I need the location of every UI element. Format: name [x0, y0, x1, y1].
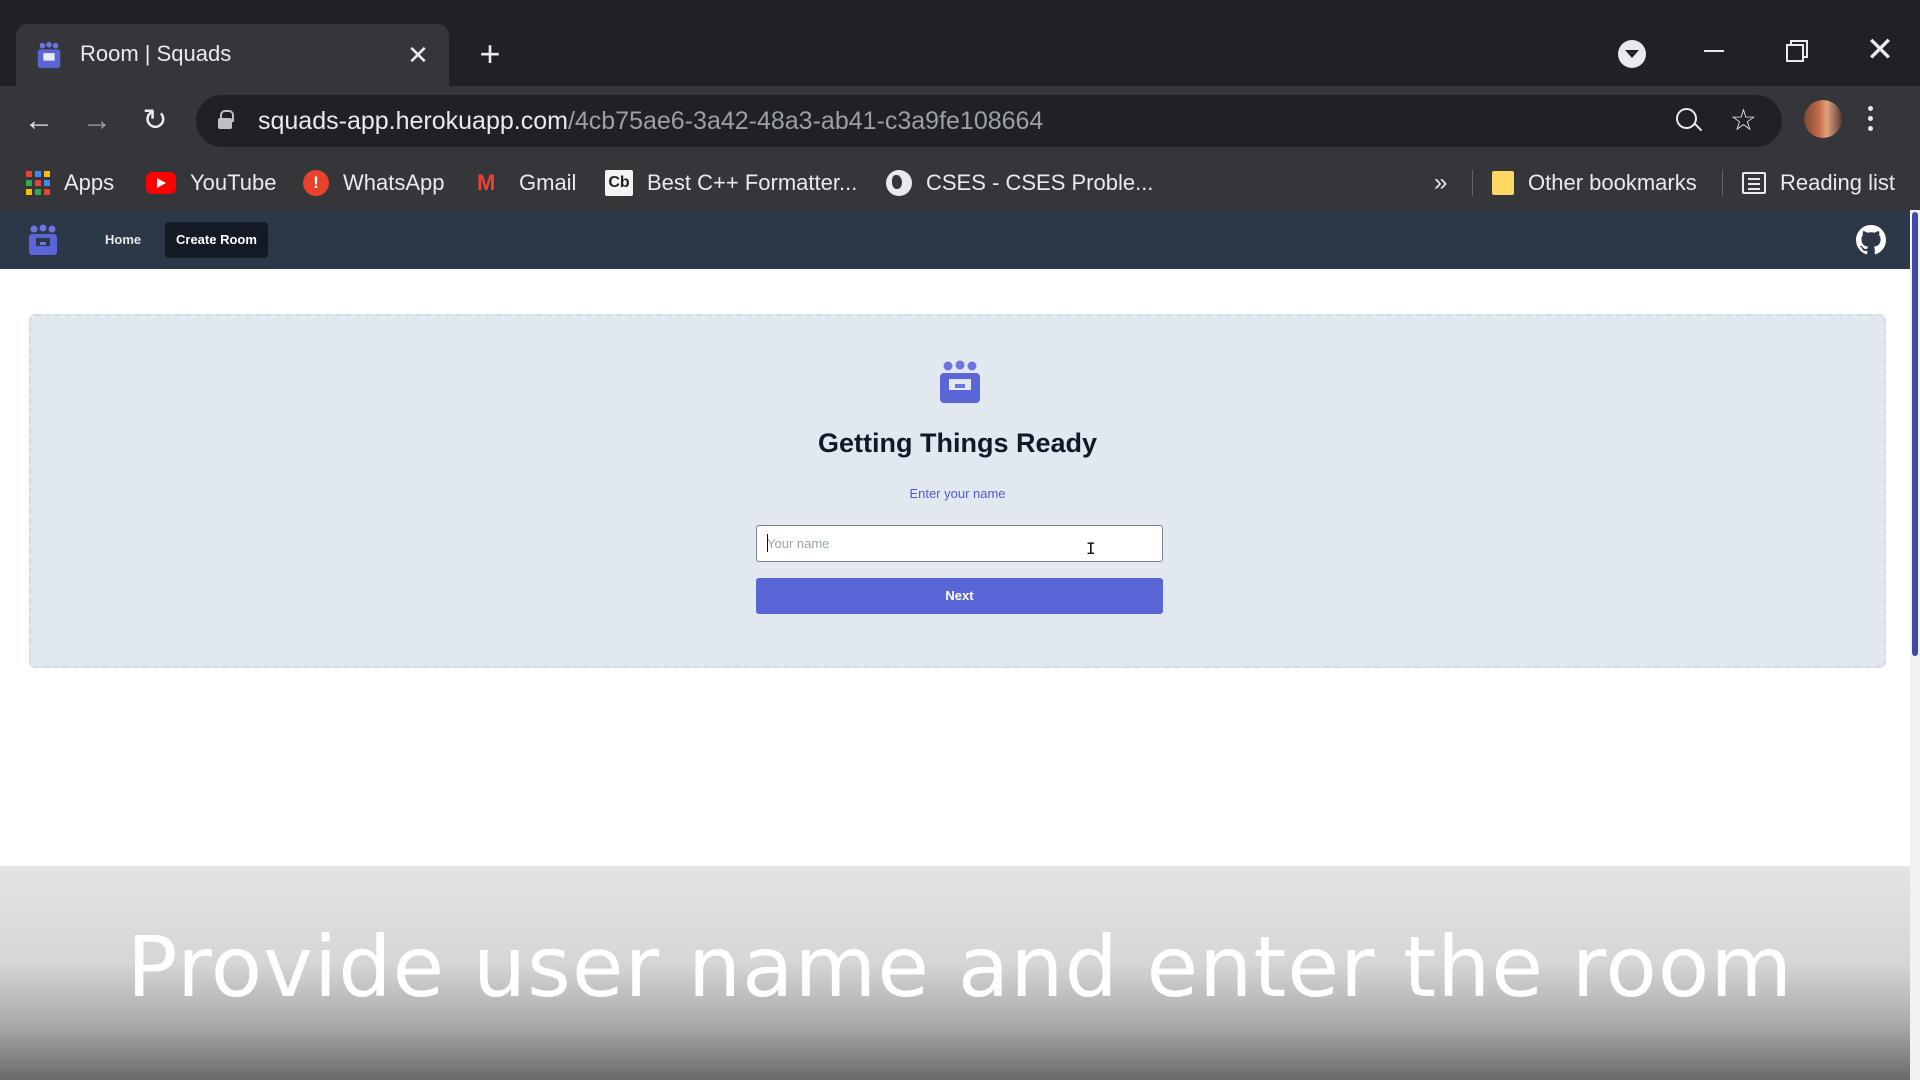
- bookmark-best-cpp-formatter[interactable]: Cb Best C++ Formatter...: [605, 164, 857, 202]
- window-restore-button[interactable]: [1772, 28, 1822, 72]
- bookmark-apps[interactable]: Apps: [26, 164, 114, 202]
- page-viewport: Home Create Room Getting Things Ready En…: [0, 210, 1920, 1080]
- url-path: /4cb75ae6-3a42-48a3-ab41-c3a9fe108664: [567, 107, 1044, 135]
- bookmark-other-bookmarks[interactable]: Other bookmarks: [1492, 164, 1697, 202]
- bookmark-gmail[interactable]: M Gmail: [477, 164, 576, 202]
- tab-title: Room | Squads: [80, 41, 232, 66]
- browser-menu-icon[interactable]: [1868, 104, 1876, 140]
- browser-toolbar: ← → ↻ squads-app.herokuapp.com/4cb75ae6-…: [0, 86, 1920, 156]
- bookmark-label: YouTube: [190, 170, 277, 195]
- squads-favicon-icon: [37, 41, 61, 69]
- url-text[interactable]: squads-app.herokuapp.com/4cb75ae6-3a42-4…: [258, 107, 1043, 136]
- bookmark-label: Other bookmarks: [1528, 170, 1697, 195]
- bookmark-label: Reading list: [1780, 170, 1895, 195]
- app-navbar: Home Create Room: [0, 210, 1910, 269]
- tab-close-icon[interactable]: ✕: [401, 38, 435, 72]
- back-arrow-icon[interactable]: ←: [18, 100, 60, 142]
- bookmarks-overflow-icon[interactable]: »: [1434, 164, 1447, 202]
- bookmark-label: CSES - CSES Proble...: [926, 170, 1154, 195]
- tab-search-icon[interactable]: [1618, 40, 1646, 68]
- reload-icon[interactable]: ↻: [134, 100, 176, 142]
- reading-list-icon: [1742, 172, 1766, 194]
- page-title: Getting Things Ready: [817, 428, 1098, 458]
- bookmarks-divider: [1472, 170, 1473, 196]
- window-close-button[interactable]: ✕: [1855, 28, 1905, 72]
- lock-icon[interactable]: [218, 110, 234, 129]
- globe-icon: [886, 170, 912, 196]
- team-icon: [940, 360, 980, 403]
- page-subtitle: Enter your name: [909, 486, 1006, 501]
- scrollbar-thumb[interactable]: [1912, 212, 1918, 656]
- new-tab-button[interactable]: +: [468, 34, 512, 78]
- bookmark-label: WhatsApp: [343, 170, 445, 195]
- browser-tab[interactable]: Room | Squads ✕: [16, 24, 449, 86]
- ibeam-cursor-icon: I: [1086, 539, 1096, 558]
- browser-tab-strip: Room | Squads ✕ + ✕: [0, 0, 1920, 86]
- bookmark-label: Gmail: [519, 170, 577, 195]
- bookmark-whatsapp[interactable]: ! WhatsApp: [303, 164, 445, 202]
- video-caption: Provide user name and enter the room: [126, 918, 1794, 1016]
- bookmark-label: Apps: [64, 170, 115, 195]
- nav-home-link[interactable]: Home: [94, 222, 152, 258]
- url-host: squads-app.herokuapp.com: [258, 107, 568, 135]
- window-minimize-button[interactable]: [1689, 28, 1739, 72]
- codebeautify-icon: Cb: [605, 170, 633, 196]
- bookmarks-bar: Apps YouTube ! WhatsApp M Gmail Cb Best …: [0, 156, 1920, 210]
- whatsapp-icon: !: [303, 170, 329, 196]
- youtube-icon: [146, 172, 176, 194]
- bookmark-cses[interactable]: CSES - CSES Proble...: [886, 164, 1153, 202]
- zoom-icon[interactable]: [1676, 108, 1702, 134]
- gmail-icon: M: [477, 170, 496, 195]
- bookmark-label: Best C++ Formatter...: [647, 170, 858, 195]
- name-input[interactable]: [756, 525, 1163, 562]
- squads-logo-icon[interactable]: [26, 224, 60, 256]
- text-caret: [767, 534, 768, 552]
- address-bar[interactable]: squads-app.herokuapp.com/4cb75ae6-3a42-4…: [196, 95, 1782, 147]
- bookmark-youtube[interactable]: YouTube: [146, 164, 276, 202]
- bookmarks-divider: [1722, 170, 1723, 196]
- nav-create-room-link[interactable]: Create Room: [165, 222, 268, 258]
- forward-arrow-icon[interactable]: →: [76, 100, 118, 142]
- folder-icon: [1492, 171, 1514, 195]
- profile-avatar[interactable]: [1804, 100, 1842, 138]
- bookmark-star-icon[interactable]: ☆: [1730, 103, 1757, 138]
- video-caption-band: Provide user name and enter the room: [0, 866, 1920, 1080]
- name-entry-card: Getting Things Ready Enter your name I N…: [29, 314, 1886, 668]
- next-button[interactable]: Next: [756, 578, 1163, 614]
- github-icon[interactable]: [1856, 225, 1886, 255]
- apps-grid-icon: [26, 171, 50, 195]
- bookmark-reading-list[interactable]: Reading list: [1742, 164, 1895, 202]
- page-scrollbar[interactable]: [1910, 210, 1920, 1080]
